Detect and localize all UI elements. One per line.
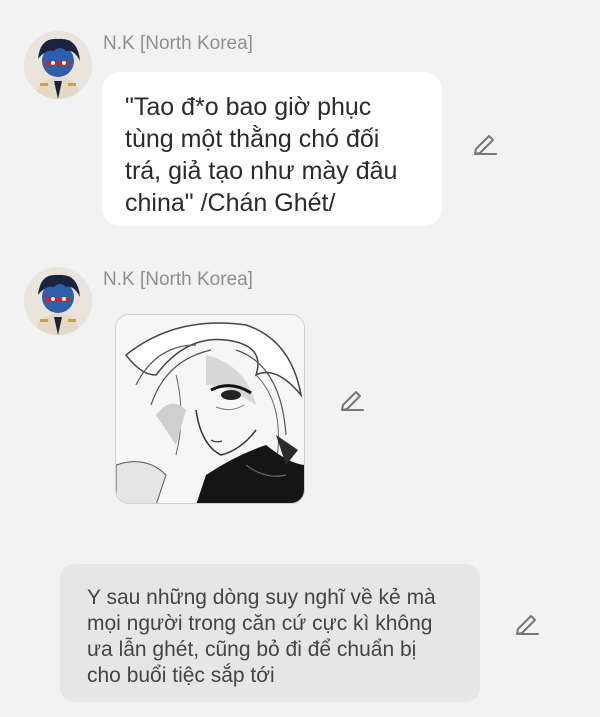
avatar-image — [24, 31, 92, 99]
avatar[interactable] — [24, 267, 92, 335]
message-bubble: "Tao đ*o bao giờ phục tùng một thằng chó… — [102, 72, 442, 226]
narration-block: Y sau những dòng suy nghĩ về kẻ mà mọi n… — [60, 564, 480, 702]
manga-character-image — [116, 315, 304, 503]
pencil-edit-icon[interactable] — [514, 610, 540, 636]
message-line: trá, giả tạo như mày đâu — [125, 157, 398, 185]
message-line: "Tao đ*o bao giờ phục — [125, 93, 372, 121]
narration-line: mọi người trong căn cứ cực kì không — [87, 612, 433, 635]
sender-name: N.K [North Korea] — [103, 269, 253, 290]
pencil-edit-icon[interactable] — [472, 130, 498, 156]
sender-name: N.K [North Korea] — [103, 33, 253, 54]
message-line: china" /Chán Ghét/ — [125, 189, 336, 217]
avatar-image — [24, 267, 92, 335]
narration-line: cho buổi tiệc sắp tới — [87, 664, 275, 687]
message-line: tùng một thằng chó đối — [125, 125, 380, 153]
narration-line: ưa lẫn ghét, cũng bỏ đi để chuẩn bị — [87, 638, 417, 661]
narration-line: Y sau những dòng suy nghĩ về kẻ mà — [87, 586, 436, 609]
pencil-edit-icon[interactable] — [339, 386, 365, 412]
avatar[interactable] — [24, 31, 92, 99]
message-image[interactable] — [115, 314, 305, 504]
